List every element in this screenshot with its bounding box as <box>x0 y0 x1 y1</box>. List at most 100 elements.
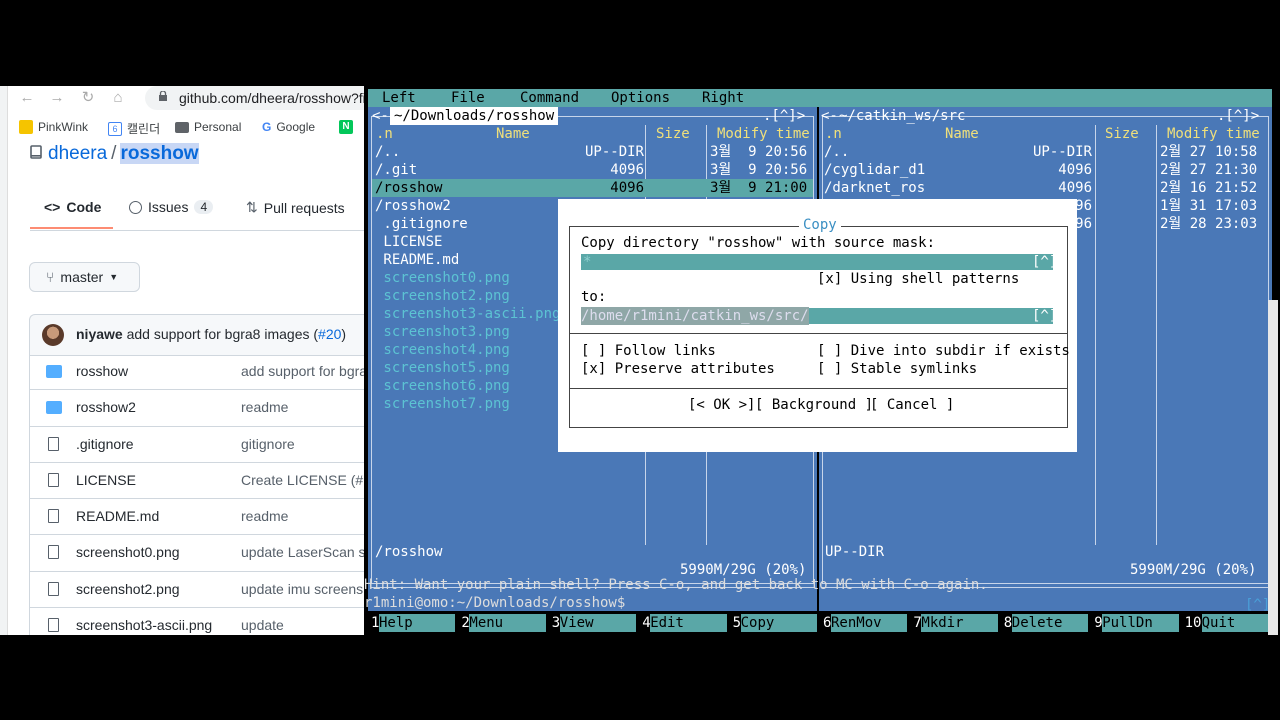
using-shell-patterns-checkbox[interactable]: [x] Using shell patterns <box>817 270 1019 288</box>
repo-name-link[interactable]: rosshow <box>120 143 199 164</box>
file-row[interactable]: LICENSE Create LICENSE (#1 <box>29 462 364 500</box>
entry-name[interactable]: screenshot0.png <box>375 269 509 287</box>
tab-code[interactable]: <> Code <box>44 199 101 215</box>
entry-name[interactable]: screenshot2.png <box>375 287 509 305</box>
ok-button[interactable]: [< OK >] <box>688 396 755 414</box>
fkey-menu[interactable]: 2 Menu <box>458 614 548 632</box>
file-commit-message[interactable]: update LaserScan s <box>241 544 364 560</box>
commit-pr-link[interactable]: #20 <box>318 326 341 342</box>
entry-name[interactable]: screenshot7.png <box>375 395 509 413</box>
tab-pull-requests[interactable]: ⇅ Pull requests <box>246 199 345 216</box>
file-name-link[interactable]: .gitignore <box>76 436 134 452</box>
file-row[interactable]: rosshow2 readme <box>29 390 364 427</box>
file-row[interactable]: screenshot2.png update imu screens <box>29 571 364 609</box>
shell-prompt[interactable]: r1mini@omo:~/Downloads/rosshow$ <box>364 594 1280 612</box>
reload-icon[interactable]: ↻ <box>78 88 98 108</box>
file-commit-message[interactable]: readme <box>241 508 288 524</box>
right-panel-corner-controls[interactable]: .[^]> <box>1217 107 1259 125</box>
file-commit-message[interactable]: update imu screens <box>241 581 363 597</box>
fkey-mkdir[interactable]: 7 Mkdir <box>910 614 1000 632</box>
menu-command[interactable]: Command <box>520 89 579 107</box>
entry-name[interactable]: screenshot6.png <box>375 377 509 395</box>
file-name-link[interactable]: LICENSE <box>76 472 136 488</box>
fkey-renmov[interactable]: 6 RenMov <box>820 614 910 632</box>
entry-name[interactable]: /.. <box>375 143 400 161</box>
left-panel-corner-controls[interactable]: .[^]> <box>763 107 805 125</box>
entry-name[interactable]: README.md <box>375 251 459 269</box>
column-header-name[interactable]: Name <box>496 125 530 143</box>
fkey-view[interactable]: 3 View <box>549 614 639 632</box>
fkey-edit[interactable]: 4 Edit <box>639 614 729 632</box>
entry-name[interactable]: screenshot5.png <box>375 359 509 377</box>
file-name-link[interactable]: screenshot0.png <box>76 544 180 560</box>
entry-name[interactable]: screenshot3.png <box>375 323 509 341</box>
entry-name[interactable]: /rosshow <box>375 179 442 197</box>
entry-name[interactable]: /.git <box>375 161 417 179</box>
entry-name[interactable]: .gitignore <box>375 215 467 233</box>
fkey-help[interactable]: 1 Help <box>368 614 458 632</box>
back-icon[interactable]: ← <box>17 88 37 108</box>
file-name-link[interactable]: screenshot2.png <box>76 581 180 597</box>
file-row[interactable]: README.md readme <box>29 499 364 536</box>
file-name-link[interactable]: rosshow <box>76 363 128 379</box>
branch-selector[interactable]: ⑂ master ▼ <box>29 262 140 292</box>
bookmark-calendar[interactable]: 6 캘린더 <box>108 120 160 137</box>
fkey-pulldn[interactable]: 9 PullDn <box>1091 614 1181 632</box>
sort-indicator[interactable]: .n <box>376 125 393 143</box>
preserve-attributes-checkbox[interactable]: [x] Preserve attributes <box>581 360 775 378</box>
entry-name[interactable]: /cyglidar_d1 <box>824 161 925 179</box>
fkey-quit[interactable]: 10 Quit <box>1182 614 1272 632</box>
cancel-button[interactable]: [ Cancel ] <box>870 396 954 414</box>
menu-options[interactable]: Options <box>611 89 670 107</box>
file-row[interactable]: screenshot3-ascii.png update <box>29 608 364 635</box>
stable-symlinks-checkbox[interactable]: [ ] Stable symlinks <box>817 360 977 378</box>
avatar[interactable] <box>42 324 64 346</box>
file-row[interactable]: .gitignore gitignore <box>29 426 364 463</box>
background-button[interactable]: [ Background ] <box>755 396 873 414</box>
repo-owner-link[interactable]: dheera <box>48 143 107 164</box>
scrollbar[interactable] <box>1268 300 1278 635</box>
file-name-link[interactable]: README.md <box>76 508 159 524</box>
file-name-link[interactable]: rosshow2 <box>76 399 136 415</box>
right-panel-path[interactable]: ~/catkin_ws/src <box>839 107 965 125</box>
file-commit-message[interactable]: update <box>241 617 284 633</box>
bookmark-pinkwink[interactable]: PinkWink <box>19 120 88 134</box>
commit-message[interactable]: add support for bgra8 images ( <box>127 326 318 342</box>
file-commit-message[interactable]: Create LICENSE (#1 <box>241 472 364 488</box>
follow-links-checkbox[interactable]: [ ] Follow links <box>581 342 716 360</box>
entry-name[interactable]: screenshot3-ascii.png <box>375 305 560 323</box>
column-header-mtime[interactable]: Modify time <box>1167 125 1260 143</box>
bookmark-google[interactable]: G Google <box>262 120 315 134</box>
entry-name[interactable]: LICENSE <box>375 233 442 251</box>
sort-indicator[interactable]: .n <box>825 125 842 143</box>
file-row[interactable]: rosshow add support for bgra <box>29 354 364 391</box>
fkey-copy[interactable]: 5 Copy <box>730 614 820 632</box>
menu-left[interactable]: Left <box>382 89 416 107</box>
tab-issues[interactable]: Issues 4 <box>129 199 214 215</box>
fkey-delete[interactable]: 8 Delete <box>1001 614 1091 632</box>
bookmark-naver[interactable]: N <box>339 120 353 134</box>
file-commit-message[interactable]: add support for bgra <box>241 363 364 379</box>
column-header-size[interactable]: Size <box>1105 125 1139 143</box>
file-row[interactable]: screenshot0.png update LaserScan s <box>29 535 364 572</box>
menu-right[interactable]: Right <box>702 89 744 107</box>
entry-name[interactable]: /darknet_ros <box>824 179 925 197</box>
entry-name[interactable]: /.. <box>824 143 849 161</box>
home-icon[interactable]: ⌂ <box>108 88 128 108</box>
bookmark-personal[interactable]: Personal <box>175 120 241 134</box>
prompt-history-button[interactable]: [^] <box>1245 596 1270 614</box>
source-history-button[interactable]: [^] <box>1032 253 1057 271</box>
forward-icon[interactable]: → <box>47 88 67 108</box>
column-header-mtime[interactable]: Modify time <box>717 125 810 143</box>
menu-file[interactable]: File <box>451 89 485 107</box>
file-commit-message[interactable]: readme <box>241 399 288 415</box>
source-mask-input[interactable]: * [^] <box>581 254 1057 270</box>
entry-name[interactable]: screenshot4.png <box>375 341 509 359</box>
file-commit-message[interactable]: gitignore <box>241 436 295 452</box>
column-header-size[interactable]: Size <box>656 125 690 143</box>
column-header-name[interactable]: Name <box>945 125 979 143</box>
destination-input[interactable]: /home/r1mini/catkin_ws/src/ [^] <box>581 307 1057 325</box>
left-panel-path[interactable]: ~/Downloads/rosshow <box>390 107 559 125</box>
dive-into-subdir-checkbox[interactable]: [ ] Dive into subdir if exists <box>817 342 1070 360</box>
destination-history-button[interactable]: [^] <box>1032 307 1057 325</box>
